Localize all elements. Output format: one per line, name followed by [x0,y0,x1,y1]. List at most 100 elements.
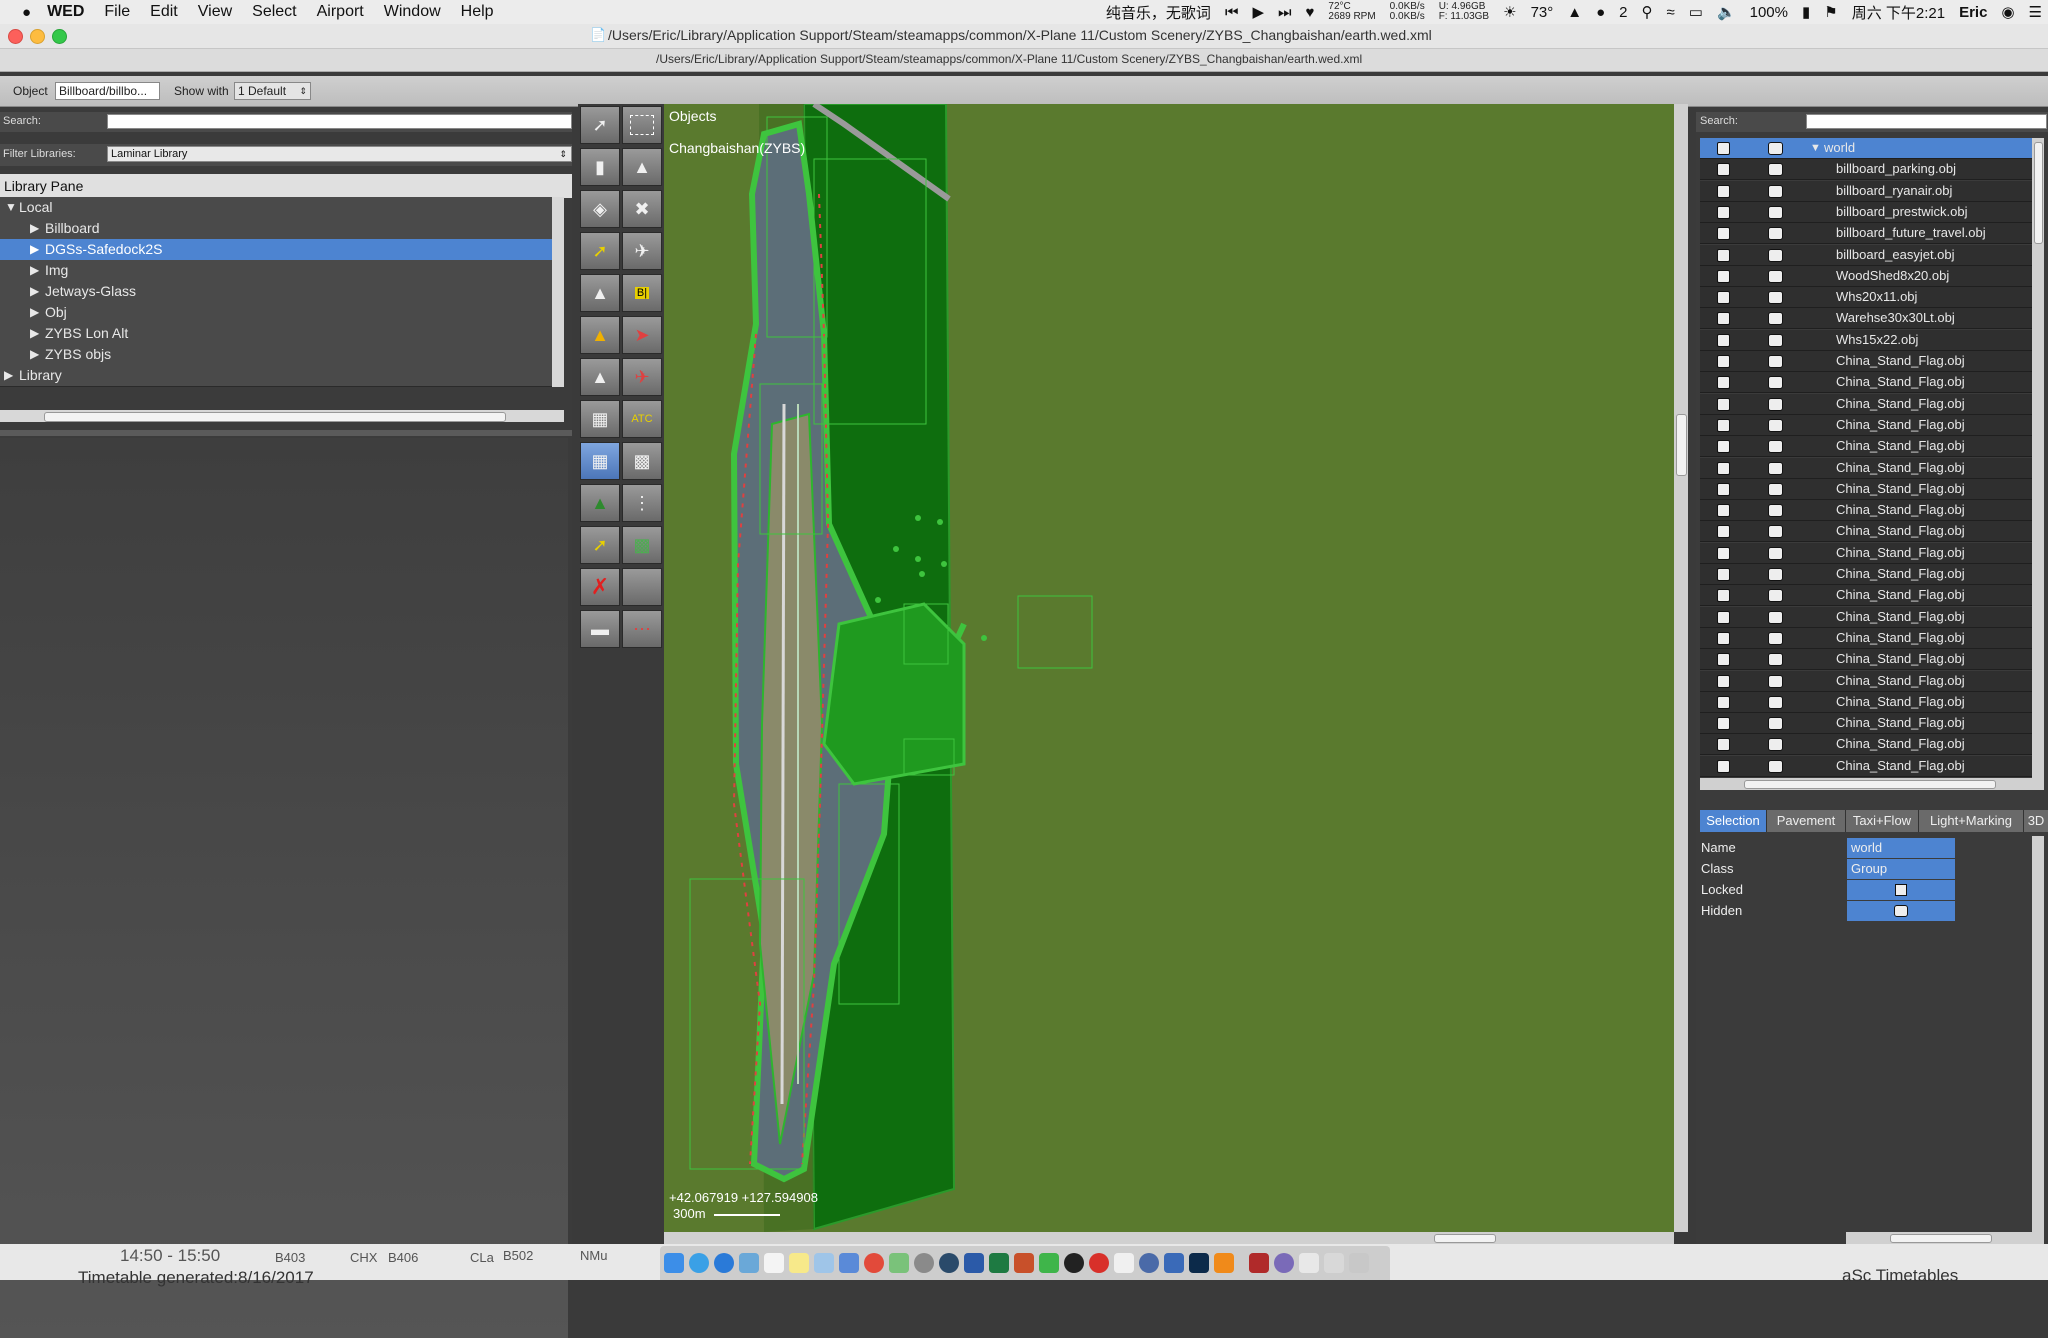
airplay-icon[interactable]: ▭ [1689,3,1703,21]
hierarchy-item[interactable]: China_Stand_Flag.obj [1700,542,2032,564]
visibility-toggle-icon[interactable] [1768,333,1783,347]
lock-toggle-icon[interactable] [1717,291,1730,305]
lock-toggle-icon[interactable] [1717,333,1730,347]
trash-icon[interactable] [1349,1253,1369,1273]
menu-window[interactable]: Window [384,3,441,21]
menu-airport[interactable]: Airport [317,3,364,21]
windsock-tool-button[interactable]: ➤ [622,316,662,354]
visibility-toggle-icon[interactable] [1768,440,1783,454]
hierarchy-item[interactable]: China_Stand_Flag.obj [1700,372,2032,394]
lock-checkbox-icon[interactable] [1895,884,1907,896]
visibility-toggle-icon[interactable] [1768,568,1783,581]
taxiline-tool-button[interactable]: ➚ [580,232,620,270]
lock-toggle-icon[interactable] [1717,163,1730,177]
lock-toggle-icon[interactable] [1717,482,1730,496]
facade-tool-button[interactable]: ▦ [580,400,620,438]
sealane-tool-button[interactable]: ▲ [622,148,662,186]
wifi-icon[interactable]: ≈ [1667,4,1675,21]
library-search-input[interactable] [107,114,572,129]
hierarchy-item[interactable]: Whs20x11.obj [1700,287,2032,309]
visibility-toggle-icon[interactable] [1768,525,1783,539]
hierarchy-item[interactable]: China_Stand_Flag.obj [1700,713,2032,735]
hierarchy-item[interactable]: China_Stand_Flag.obj [1700,734,2032,756]
map-horizontal-scrollbar[interactable] [664,1232,1674,1244]
hierarchy-item[interactable]: China_Stand_Flag.obj [1700,564,2032,585]
lock-toggle-icon[interactable] [1717,631,1730,645]
lock-toggle-icon[interactable] [1717,355,1730,368]
visibility-toggle-icon[interactable] [1768,759,1783,773]
steam-icon[interactable] [939,1253,959,1273]
menu-edit[interactable]: Edit [150,3,178,21]
qq-browser-icon[interactable] [714,1253,734,1273]
search-icon[interactable]: ⚲ [1642,3,1653,21]
route-tool-button[interactable]: ▬ [580,610,620,648]
preview-icon[interactable] [739,1253,759,1273]
hierarchy-item[interactable]: Whs15x22.obj [1700,329,2032,351]
menu-select[interactable]: Select [252,3,296,21]
hierarchy-item[interactable]: China_Stand_Flag.obj [1700,585,2032,607]
lock-toggle-icon[interactable] [1717,248,1730,262]
vpn-icon[interactable] [1164,1253,1184,1273]
flag-icon[interactable]: ⚑ [1824,3,1837,21]
bell-icon[interactable]: ▲ [1567,4,1582,21]
app-icon[interactable] [839,1253,859,1273]
photos-icon[interactable] [814,1253,834,1273]
qq-icon[interactable] [1064,1253,1084,1273]
tree-item-jetways-glass[interactable]: ▶ Jetways-Glass [0,281,552,303]
tree-item-billboard[interactable]: ▶ Billboard [0,218,552,240]
hierarchy-item-world[interactable]: ▼ world [1700,138,2032,159]
property-value-hidden[interactable] [1847,901,1955,921]
filter-libraries-select[interactable]: Laminar Library ⇕ [107,146,572,162]
maps-icon[interactable] [889,1253,909,1273]
visibility-toggle-icon[interactable] [1768,184,1783,198]
map-vertical-scrollbar[interactable] [1674,104,1688,1232]
line-tool-button[interactable]: ➚ [580,526,620,564]
hierarchy-item[interactable]: China_Stand_Flag.obj [1700,670,2032,692]
airport-map[interactable] [664,104,1674,1232]
hierarchy-item[interactable]: China_Stand_Flag.obj [1700,436,2032,458]
visibility-toggle-icon[interactable] [1768,269,1783,283]
taxiway-tool-button[interactable]: ✖ [622,190,662,228]
visibility-toggle-icon[interactable] [1768,589,1783,603]
volume-icon[interactable]: 🔈 [1717,3,1736,21]
visibility-toggle-icon[interactable] [1768,738,1783,752]
wechat-dock-icon[interactable] [1039,1253,1059,1273]
lock-toggle-icon[interactable] [1717,546,1730,560]
excel-icon[interactable] [989,1253,1009,1273]
tree-item-zybs-objs[interactable]: ▶ ZYBS objs [0,344,552,366]
lock-toggle-icon[interactable] [1717,184,1730,198]
collapsed-triangle-icon[interactable]: ▶ [4,365,13,386]
hierarchy-horizontal-scrollbar[interactable] [1700,778,2044,790]
wed-icon[interactable] [1274,1253,1294,1273]
lock-toggle-icon[interactable] [1717,759,1730,773]
settings-icon[interactable] [914,1253,934,1273]
tree-item-library[interactable]: ▶ Library [0,365,552,387]
hierarchy-item[interactable]: billboard_prestwick.obj [1700,201,2032,223]
atc-tool-button[interactable]: ATC [622,400,662,438]
lock-toggle-icon[interactable] [1717,525,1730,539]
lock-toggle-icon[interactable] [1717,142,1730,155]
downloads-icon[interactable] [1324,1253,1344,1273]
string-tool-button[interactable]: ⋮ [622,484,662,522]
forest-tool-button[interactable]: ▲ [580,484,620,522]
tower-viewpoint-button[interactable]: ▲ [580,316,620,354]
vlc-icon[interactable] [1214,1253,1234,1273]
visibility-toggle-icon[interactable] [1768,397,1783,411]
collapsed-triangle-icon[interactable]: ▶ [30,218,39,239]
visibility-toggle-icon[interactable] [1768,312,1783,326]
powerpoint-icon[interactable] [1014,1253,1034,1273]
runway-tool-button[interactable]: ▮ [580,148,620,186]
hierarchy-item[interactable]: China_Stand_Flag.obj [1700,755,2032,777]
light-tool-button[interactable]: ▲ [580,274,620,312]
ramp-start-tool-button[interactable]: ✈ [622,232,662,270]
photo-booth-icon[interactable] [1249,1253,1269,1273]
close-window-button[interactable] [8,29,23,44]
tree-item-local[interactable]: ▼ Local [0,197,552,219]
show-with-select[interactable]: 1 Default ⇕ [234,82,311,100]
lock-toggle-icon[interactable] [1717,312,1730,326]
minimize-window-button[interactable] [30,29,45,44]
heart-icon[interactable]: ♥ [1306,4,1315,21]
road-tool-button[interactable]: ⋯ [622,610,662,648]
hierarchy-item[interactable]: China_Stand_Flag.obj [1700,414,2032,436]
collapsed-triangle-icon[interactable]: ▶ [30,281,39,302]
